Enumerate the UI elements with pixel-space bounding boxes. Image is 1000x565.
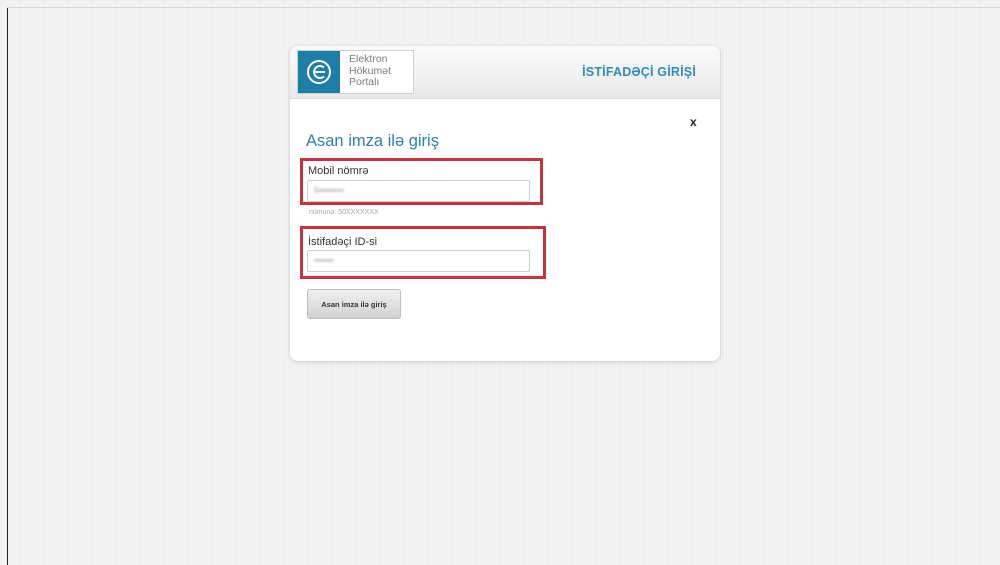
egov-logo-icon — [298, 51, 340, 93]
form-title: Asan imza ilə giriş — [306, 132, 439, 150]
mobile-label: Mobil nömrə — [308, 165, 369, 177]
portal-logo[interactable]: Elektron Hökumət Portalı — [297, 50, 414, 94]
page-top-edge — [7, 7, 1000, 8]
page-left-edge — [7, 8, 8, 565]
header-title: İSTİFADƏÇİ GİRİŞİ — [582, 65, 696, 79]
userid-value: ••••••• — [314, 256, 334, 265]
dialog-header: Elektron Hökumət Portalı İSTİFADƏÇİ GİRİ… — [290, 46, 720, 99]
logo-text: Elektron Hökumət Portalı — [349, 53, 391, 89]
asan-login-button[interactable]: Asan imza ilə giriş — [307, 289, 401, 319]
mobile-value: 5••••••••• — [314, 186, 344, 195]
mobile-hint: nümunə: 50XXXXXXX — [309, 209, 379, 216]
userid-label: İstifadəçi ID-si — [308, 236, 378, 248]
close-button[interactable]: x — [690, 115, 697, 129]
login-dialog: Elektron Hökumət Portalı İSTİFADƏÇİ GİRİ… — [290, 46, 720, 361]
mobile-input[interactable]: 5••••••••• — [307, 180, 530, 202]
userid-input[interactable]: ••••••• — [307, 250, 530, 272]
logo-line-1: Elektron — [349, 53, 388, 65]
logo-line-3: Portalı — [349, 76, 380, 88]
